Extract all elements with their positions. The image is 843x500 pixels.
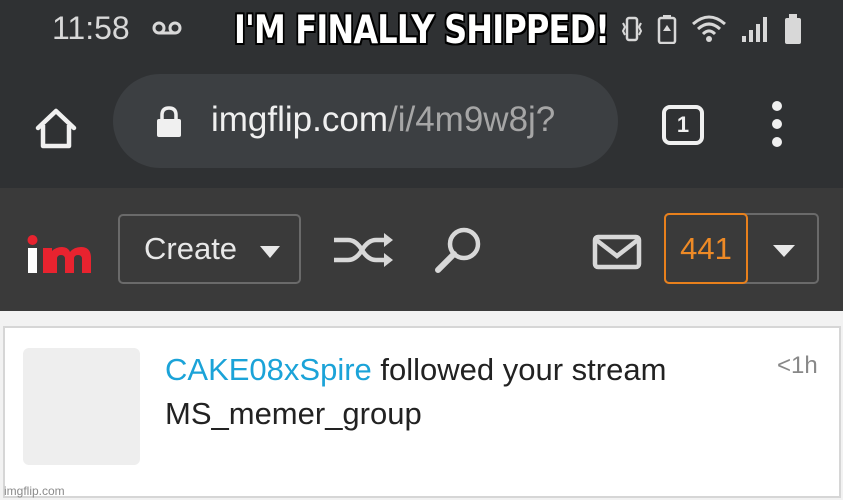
create-label: Create <box>144 231 238 266</box>
caret-down-icon <box>260 246 280 258</box>
site-nav: Create 441 <box>0 188 843 311</box>
meme-caption: I'M FINALLY SHIPPED! <box>233 8 610 53</box>
browser-toolbar: imgflip.com/i/4m9w8j? 1 <box>0 62 843 188</box>
url-bar[interactable]: imgflip.com/i/4m9w8j? <box>113 74 618 168</box>
home-icon[interactable] <box>34 106 78 150</box>
imgflip-logo[interactable] <box>25 234 95 274</box>
notification-time: <1h <box>777 352 818 379</box>
menu-icon[interactable] <box>770 100 784 148</box>
username-link[interactable]: CAKE08xSpire <box>165 352 372 387</box>
url-path: /i/4m9w8j? <box>387 100 556 139</box>
battery-icon <box>785 14 801 44</box>
stream-name[interactable]: MS_memer_group <box>165 396 422 432</box>
notification-item[interactable]: CAKE08xSpire followed your stream MS_mem… <box>3 326 841 498</box>
url-domain: imgflip.com <box>211 100 388 139</box>
create-button[interactable]: Create <box>118 214 301 284</box>
caret-down-icon[interactable] <box>773 245 795 257</box>
shuffle-icon[interactable] <box>330 230 396 270</box>
notification-count-button[interactable]: 441 <box>664 213 748 284</box>
lock-icon <box>157 106 181 137</box>
avatar[interactable] <box>23 348 140 465</box>
mail-icon[interactable] <box>592 234 642 270</box>
notification-text: CAKE08xSpire followed your stream <box>165 352 666 388</box>
notification-action: followed your stream <box>371 352 667 387</box>
tab-switcher-button[interactable]: 1 <box>662 105 704 145</box>
notifications-dropdown[interactable]: 441 <box>664 213 819 284</box>
watermark: imgflip.com <box>4 484 65 498</box>
url-text: imgflip.com/i/4m9w8j? <box>211 100 555 140</box>
search-icon[interactable] <box>432 226 484 274</box>
notifications-list: CAKE08xSpire followed your stream MS_mem… <box>0 311 843 500</box>
